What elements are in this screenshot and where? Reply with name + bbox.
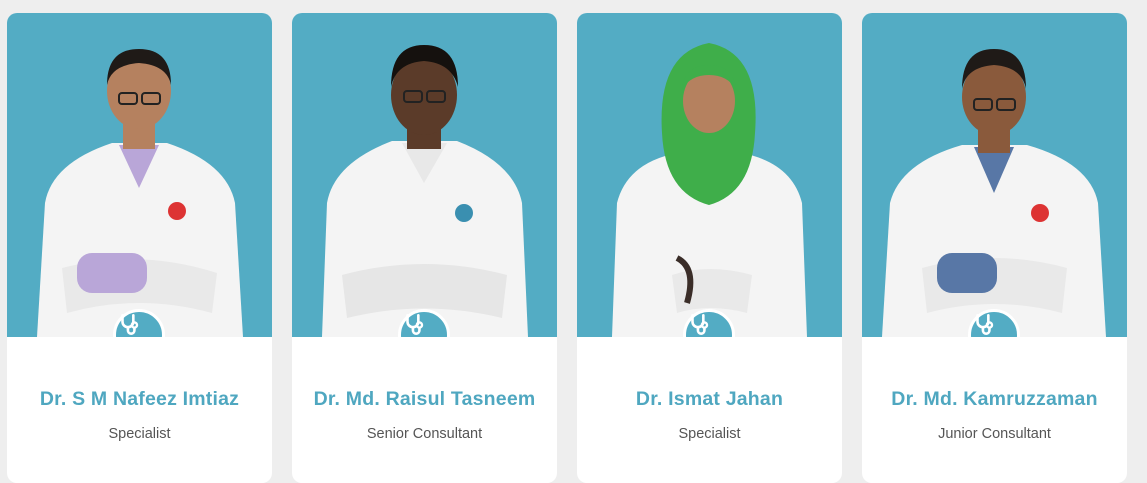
- doctor-name[interactable]: Dr. S M Nafeez Imtiaz: [7, 388, 272, 411]
- doctor-name[interactable]: Dr. Md. Kamruzzaman: [862, 388, 1127, 411]
- doctor-role: Specialist: [678, 426, 741, 442]
- doctor-role: Specialist: [108, 426, 171, 442]
- doctor-card[interactable]: Dr. Ismat Jahan Specialist: [577, 13, 842, 483]
- doctor-card[interactable]: Dr. S M Nafeez Imtiaz Specialist: [7, 13, 272, 483]
- doctor-name[interactable]: Dr. Ismat Jahan: [577, 388, 842, 411]
- stethoscope-icon: [121, 313, 139, 335]
- doctor-card[interactable]: Dr. Md. Kamruzzaman Junior Consultant: [862, 13, 1127, 483]
- doctor-grid: Dr. S M Nafeez Imtiaz Specialist Dr. Md.…: [0, 0, 1147, 483]
- stethoscope-icon: [406, 313, 424, 335]
- stethoscope-icon: [976, 313, 994, 335]
- doctor-role: Junior Consultant: [938, 426, 1051, 442]
- doctor-role: Senior Consultant: [366, 426, 483, 442]
- doctor-card[interactable]: Dr. Md. Raisul Tasneem Senior Consultant: [292, 13, 557, 483]
- doctor-name[interactable]: Dr. Md. Raisul Tasneem: [292, 388, 557, 411]
- doctor-photo: [577, 13, 842, 337]
- stethoscope-icon: [691, 313, 709, 335]
- doctor-photo: [7, 13, 272, 337]
- doctor-photo: [862, 13, 1127, 337]
- doctor-photo: [292, 13, 557, 337]
